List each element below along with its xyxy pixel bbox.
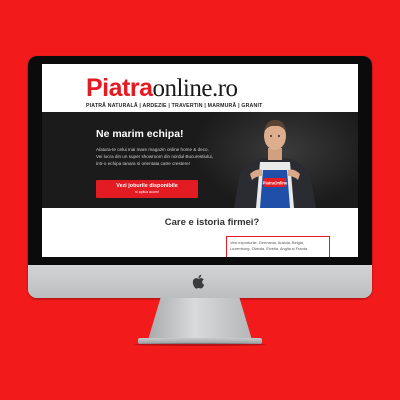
export-info-box: Vezi exporturile: Germania, Austria, Bel… xyxy=(226,236,330,257)
logo-wordmark: Piatraonline.ro xyxy=(86,74,262,102)
site-header: Piatraonline.ro PIATRĂ NATURALĂ | ARDEZI… xyxy=(42,64,358,112)
view-jobs-button-sublabel: si aplica acum! xyxy=(135,190,159,194)
monitor-bezel: Piatraonline.ro PIATRĂ NATURALĂ | ARDEZI… xyxy=(28,56,372,265)
view-jobs-button[interactable]: Vezi joburile disponibile si aplica acum… xyxy=(96,180,198,198)
logo-tagline: PIATRĂ NATURALĂ | ARDEZIE | TRAVERTIN | … xyxy=(86,103,263,109)
logo-brand-dark: online.ro xyxy=(152,75,238,102)
logo-brand-red: Piatra xyxy=(86,74,153,102)
hero-shirt-text: PiatraOnline xyxy=(263,181,288,186)
hero-description-line: intr-o echipa tanara si orientata catre … xyxy=(96,161,190,166)
hero-man-illustration: PiatraOnline xyxy=(234,120,316,208)
hero-description: Alatura-te celui mai mare magazin online… xyxy=(96,146,213,167)
apple-icon xyxy=(192,274,205,289)
hero-description-line: Vei lucra din un super showroom din nord… xyxy=(96,154,213,159)
view-jobs-button-label: Vezi joburile disponibile xyxy=(116,183,178,189)
imac-monitor: Piatraonline.ro PIATRĂ NATURALĂ | ARDEZI… xyxy=(28,56,372,298)
hero-banner: Ne marim echipa! Alatura-te celui mai ma… xyxy=(42,112,358,208)
site-logo[interactable]: Piatraonline.ro PIATRĂ NATURALĂ | ARDEZI… xyxy=(86,74,263,110)
company-history-heading: Care e istoria firmei? xyxy=(164,217,260,228)
monitor-stand-shadow xyxy=(134,343,266,346)
monitor-stand xyxy=(148,298,252,340)
export-info-line: Luxemburg, Olanda, Elvetia, Anglia si Fr… xyxy=(230,245,307,251)
hero-description-line: Alatura-te celui mai mare magazin online… xyxy=(96,147,209,152)
website-screen: Piatraonline.ro PIATRĂ NATURALĂ | ARDEZI… xyxy=(42,64,358,257)
hero-title: Ne marim echipa! xyxy=(96,128,184,140)
monitor-chin xyxy=(28,265,372,298)
